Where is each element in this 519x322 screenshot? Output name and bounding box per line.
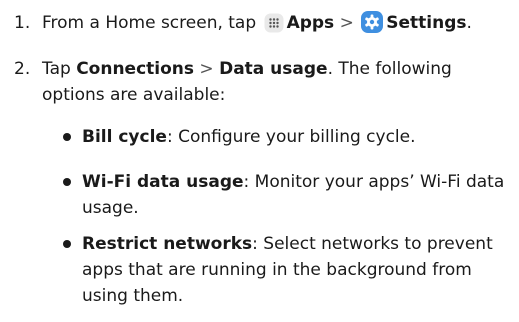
separator: > [199, 59, 214, 79]
option-desc-cont: apps that are running in the background … [82, 260, 472, 280]
option-restrict-networks: Restrict networks: Select networks to pr… [82, 231, 493, 257]
bullet-dot [63, 178, 71, 186]
step-2: 2. Tap Connections > Data usage. The foll… [14, 56, 452, 82]
step-text: Tap [42, 59, 71, 79]
option-desc: : Monitor your apps’ Wi-Fi data [243, 172, 505, 192]
option-bill-cycle: Bill cycle: Configure your billing cycle… [82, 124, 416, 150]
option-title: Wi-Fi data usage [82, 172, 244, 192]
step-1: 1. From a Home screen, tap Apps > Settin… [14, 10, 472, 41]
option-title: Bill cycle [82, 127, 167, 147]
option-desc: : Configure your billing cycle. [166, 127, 416, 147]
step-number: 1. [14, 13, 31, 33]
settings-gear-icon [361, 11, 384, 41]
separator: > [339, 13, 354, 33]
bullet-dot [63, 240, 71, 248]
step-text-cont: . The following [327, 59, 452, 79]
step-end: . [466, 13, 472, 33]
apps-label: Apps [286, 13, 335, 33]
option-desc-cont: using them. [82, 286, 184, 306]
option-wifi-data-usage: Wi-Fi data usage: Monitor your apps’ Wi-… [82, 169, 504, 195]
connections-label: Connections [76, 59, 195, 79]
option-title: Restrict networks [82, 234, 253, 254]
settings-label: Settings [386, 13, 467, 33]
option-desc-cont: usage. [82, 198, 139, 218]
step-number: 2. [14, 59, 31, 79]
apps-grid-icon [264, 13, 284, 41]
bullet-dot [63, 133, 71, 141]
step-text: From a Home screen, tap [42, 13, 257, 33]
data-usage-label: Data usage [219, 59, 328, 79]
step-2-continuation: options are available: [42, 85, 226, 105]
option-desc: : Select networks to prevent [252, 234, 493, 254]
